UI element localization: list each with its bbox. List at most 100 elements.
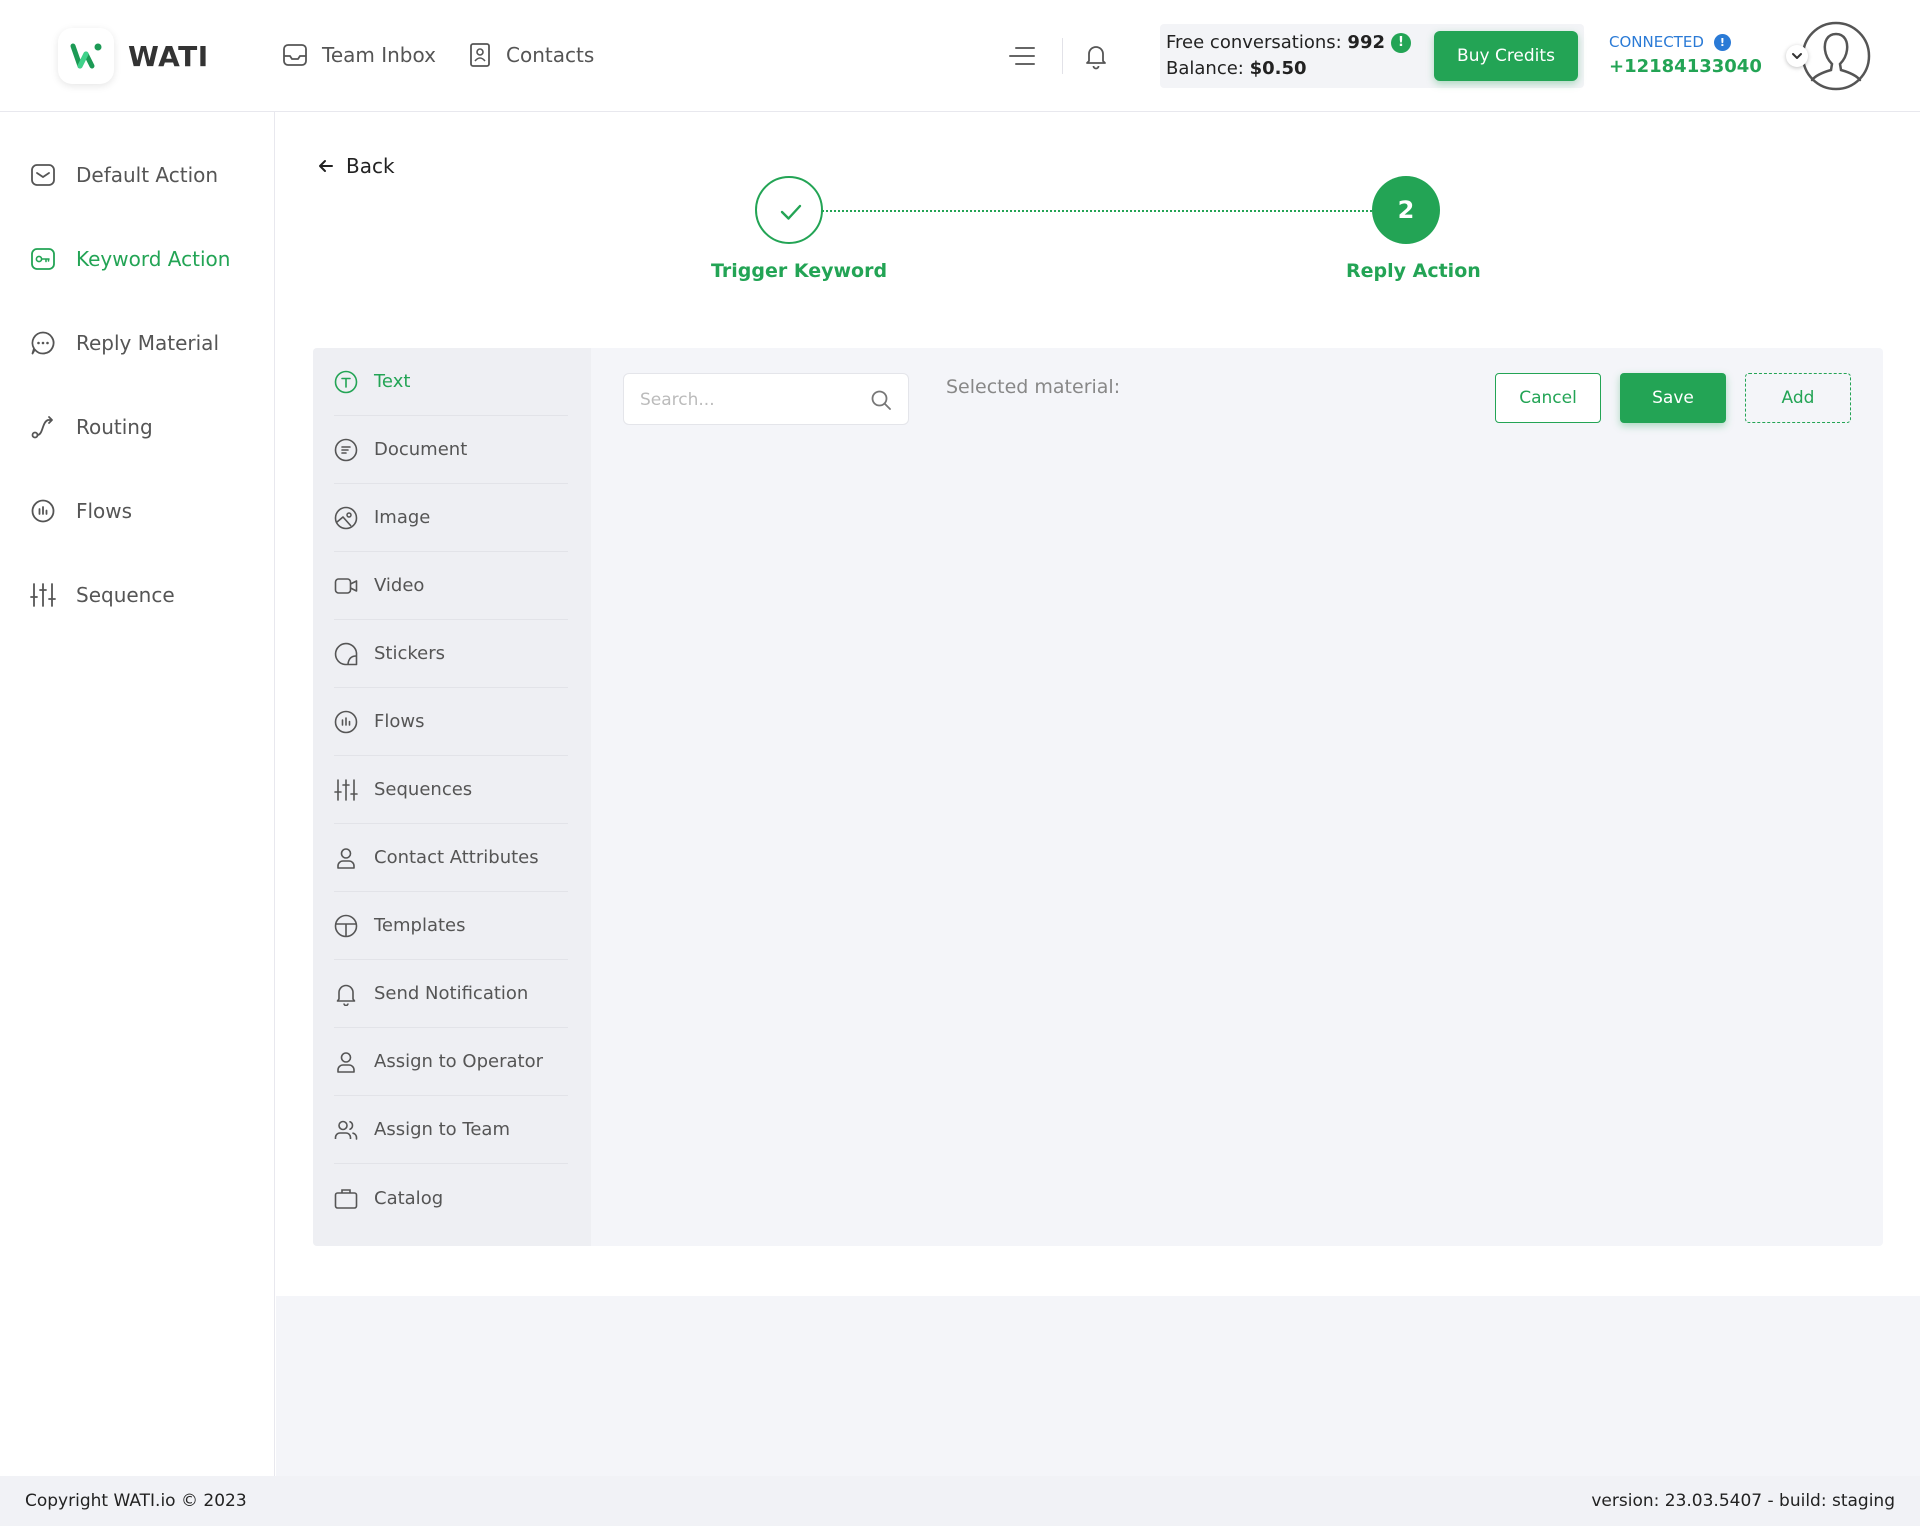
bell-icon xyxy=(336,984,356,1006)
footer: Copyright WATI.io © 2023 version: 23.03.… xyxy=(0,1476,1920,1526)
exclamation-icon[interactable]: ! xyxy=(1391,33,1411,53)
text-icon xyxy=(334,370,358,393)
copyright-text: Copyright WATI.io © 2023 xyxy=(25,1491,247,1511)
material-item-label: Send Notification xyxy=(374,983,529,1004)
material-item-label: Document xyxy=(374,439,468,460)
flow-icon xyxy=(334,710,358,733)
material-item-templates[interactable]: Templates xyxy=(334,892,568,960)
material-item-send-notification[interactable]: Send Notification xyxy=(334,960,568,1028)
sliders-icon xyxy=(30,583,56,607)
material-item-flows[interactable]: Flows xyxy=(334,688,568,756)
sidebar-item-sequence[interactable]: Sequence xyxy=(30,582,175,608)
bell-icon[interactable] xyxy=(1084,42,1108,70)
sidebar-item-label: Keyword Action xyxy=(76,247,231,271)
cancel-button[interactable]: Cancel xyxy=(1495,373,1601,423)
save-button[interactable]: Save xyxy=(1620,373,1726,423)
nav-team-inbox-label: Team Inbox xyxy=(322,43,436,67)
sidebar-item-label: Routing xyxy=(76,415,153,439)
step-2-label: Reply Action xyxy=(1346,260,1481,282)
briefcase-icon xyxy=(334,1189,358,1209)
material-item-document[interactable]: Document xyxy=(334,416,568,484)
material-item-assign-team[interactable]: Assign to Team xyxy=(334,1096,568,1164)
template-icon xyxy=(334,914,358,937)
team-icon xyxy=(334,1120,358,1140)
material-item-label: Stickers xyxy=(374,643,446,664)
checkmark-icon xyxy=(780,204,802,220)
connected-phone-number: +12184133040 xyxy=(1609,56,1762,77)
material-item-label: Video xyxy=(374,575,425,596)
material-item-text[interactable]: Text xyxy=(334,348,568,416)
user-icon xyxy=(337,1051,355,1073)
sidebar-item-label: Reply Material xyxy=(76,331,219,355)
connection-status: CONNECTED xyxy=(1609,33,1704,51)
contacts-book-icon xyxy=(470,43,490,67)
material-item-assign-operator[interactable]: Assign to Operator xyxy=(334,1028,568,1096)
inbox-icon xyxy=(283,44,307,66)
balance-value: $0.50 xyxy=(1249,58,1307,79)
step-1-indicator[interactable] xyxy=(755,176,823,244)
balance-label: Balance: xyxy=(1166,58,1250,79)
material-item-label: Sequences xyxy=(374,779,473,800)
back-label: Back xyxy=(346,154,395,178)
search-input[interactable] xyxy=(640,388,860,412)
material-item-stickers[interactable]: Stickers xyxy=(334,620,568,688)
wati-logo[interactable] xyxy=(58,28,114,84)
inbox-icon xyxy=(31,164,55,186)
material-item-label: Flows xyxy=(374,711,425,732)
material-item-label: Catalog xyxy=(374,1187,444,1209)
material-item-label: Text xyxy=(374,371,411,392)
free-conversations-value: 992 xyxy=(1347,32,1385,53)
left-sidebar: Default Action Keyword Action Reply Mate… xyxy=(0,112,275,1476)
app-name: WATI xyxy=(128,40,209,73)
material-search-box xyxy=(623,373,909,425)
buy-credits-button[interactable]: Buy Credits xyxy=(1434,31,1578,81)
arrow-left-icon xyxy=(319,160,333,172)
sticker-icon xyxy=(334,642,358,665)
header-divider xyxy=(1062,38,1063,74)
step-2-indicator[interactable]: 2 xyxy=(1372,176,1440,244)
sliders-icon xyxy=(334,778,358,801)
avatar-icon[interactable] xyxy=(1800,20,1872,92)
back-link[interactable]: Back xyxy=(316,154,395,178)
step-1-label: Trigger Keyword xyxy=(711,260,888,282)
sidebar-item-reply-material[interactable]: Reply Material xyxy=(30,330,219,356)
key-icon xyxy=(31,248,55,270)
sidebar-item-label: Default Action xyxy=(76,163,219,187)
sidebar-item-label: Sequence xyxy=(76,583,175,607)
add-button[interactable]: Add xyxy=(1745,373,1851,423)
material-item-label: Image xyxy=(374,507,431,528)
material-item-catalog[interactable]: Catalog xyxy=(334,1164,568,1232)
sidebar-item-default-action[interactable]: Default Action xyxy=(30,162,218,188)
selected-material-label: Selected material: xyxy=(946,376,1121,398)
main-background-strip xyxy=(276,1296,1920,1476)
material-item-label: Contact Attributes xyxy=(374,847,539,868)
free-conversations-label: Free conversations: xyxy=(1166,32,1348,53)
route-icon xyxy=(31,416,53,439)
chevron-down-icon xyxy=(1792,53,1802,59)
material-item-sequences[interactable]: Sequences xyxy=(334,756,568,824)
material-item-contact-attributes[interactable]: Contact Attributes xyxy=(334,824,568,892)
video-icon xyxy=(334,577,358,594)
stepper-connector xyxy=(822,210,1372,212)
material-item-video[interactable]: Video xyxy=(334,552,568,620)
account-dropdown-toggle[interactable] xyxy=(1786,45,1808,67)
material-item-label: Assign to Team xyxy=(374,1119,510,1140)
sidebar-item-keyword-action[interactable]: Keyword Action xyxy=(30,246,230,272)
search-icon[interactable] xyxy=(870,389,892,411)
material-item-label: Assign to Operator xyxy=(374,1051,543,1072)
sidebar-item-flows[interactable]: Flows xyxy=(30,498,132,524)
info-icon[interactable]: ! xyxy=(1713,33,1731,51)
flow-icon xyxy=(31,499,55,523)
material-type-list: Text Document Image Video Stickers Flows… xyxy=(313,348,591,1246)
chat-bubble-icon xyxy=(31,331,55,355)
version-text: version: 23.03.5407 - build: staging xyxy=(1591,1491,1895,1511)
sidebar-item-routing[interactable]: Routing xyxy=(30,414,153,440)
nav-team-inbox[interactable]: Team Inbox xyxy=(282,42,436,68)
material-item-label: Templates xyxy=(374,915,466,936)
material-item-image[interactable]: Image xyxy=(334,484,568,552)
image-icon xyxy=(334,506,358,529)
nav-contacts[interactable]: Contacts xyxy=(468,42,594,68)
nav-contacts-label: Contacts xyxy=(506,43,595,67)
wati-logo-icon xyxy=(70,43,102,69)
menu-lines-icon[interactable] xyxy=(1008,44,1036,68)
